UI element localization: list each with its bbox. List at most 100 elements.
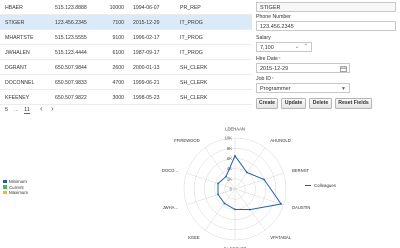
legend-swatch-colleagues bbox=[305, 185, 311, 186]
salary-cell: 6100 bbox=[112, 49, 124, 56]
legend-label-colleagues: Colleagues bbox=[314, 183, 336, 188]
required-mark: * bbox=[278, 56, 281, 61]
prev-page-button[interactable]: ‹ bbox=[40, 104, 43, 113]
series-line-colleagues bbox=[217, 154, 282, 211]
employee-id-cell: DOCONNEL bbox=[5, 79, 35, 86]
job-id-cell: IT_PROG bbox=[180, 49, 203, 56]
data-point bbox=[223, 202, 226, 205]
salary-cell: 9100 bbox=[112, 34, 124, 41]
category-label: KGEE bbox=[188, 235, 200, 240]
pager: 5 ... 11 ‹ › bbox=[0, 104, 80, 116]
job-id-value: Programmer bbox=[260, 86, 291, 93]
data-point bbox=[234, 154, 236, 157]
data-point bbox=[225, 175, 227, 178]
radar-chart: 10K8K6K4K2K0LDEHAANAHUNOLDBERNSTDAUSTINV… bbox=[162, 127, 311, 248]
category-label: VPATABAL bbox=[270, 235, 291, 240]
chevron-down-icon[interactable]: ▼ bbox=[341, 86, 346, 92]
salary-cell: 7100 bbox=[112, 19, 124, 26]
job-id-cell: IT_PROG bbox=[180, 19, 203, 26]
page-current[interactable]: 11 bbox=[24, 107, 30, 114]
data-point bbox=[249, 208, 251, 211]
hire-date-cell: 1994-06-07 bbox=[133, 4, 160, 11]
create-button[interactable]: Create bbox=[256, 98, 278, 109]
phone-label: Phone Number bbox=[256, 14, 291, 20]
job-id-label-text: Job ID bbox=[256, 76, 271, 82]
job-id-cell: SH_CLERK bbox=[180, 79, 208, 86]
category-label: AHUNOLD bbox=[270, 138, 290, 143]
grid-spoke bbox=[204, 188, 236, 231]
job-id-cell: SH_CLERK bbox=[180, 64, 208, 71]
page: HBAER 515.123.8888 10000 1994-06-07 PR_REP ST… bbox=[0, 0, 400, 248]
phone-cell: 515.123.4444 bbox=[55, 49, 87, 56]
grid-spoke bbox=[234, 173, 284, 190]
delete-button[interactable]: Delete bbox=[309, 98, 332, 109]
data-point bbox=[246, 171, 248, 174]
required-mark: * bbox=[272, 76, 274, 81]
employee-id-cell: KFEENEY bbox=[5, 94, 30, 101]
axis-tick-label: 8K bbox=[227, 146, 232, 151]
phone-cell: 650.507.9822 bbox=[55, 94, 87, 101]
hire-date-value: 2015-12-29 bbox=[260, 66, 289, 73]
phone-value: 123.456.2345 bbox=[260, 24, 294, 31]
salary-decrement-button[interactable]: ⌄ bbox=[293, 44, 301, 51]
table-row[interactable]: DOCONNEL 650.507.9833 4700 1999-06-21 SH_CLE… bbox=[0, 75, 252, 90]
category-label: LDEHAAN bbox=[225, 127, 245, 132]
hire-date-label: Hire Date* bbox=[256, 56, 281, 62]
category-label: BERNST bbox=[292, 168, 309, 173]
axis-tick-label: 6K bbox=[227, 156, 232, 161]
table-row[interactable]: DGRANT 650.507.9844 2600 2000-01-13 SH_CLERK bbox=[0, 60, 252, 75]
table-row[interactable]: JWHALEN 515.123.4444 6100 1987-09-17 IT_PROG bbox=[0, 45, 252, 60]
hire-date-cell: 1999-06-21 bbox=[133, 79, 160, 86]
table-row[interactable]: HBAER 515.123.8888 10000 1994-06-07 PR_REP bbox=[0, 0, 252, 15]
axis-tick-label: 10K bbox=[225, 136, 233, 141]
axis-tick-label: 2K bbox=[227, 176, 232, 181]
hire-date-cell: 1998-05-23 bbox=[133, 94, 160, 101]
reset-fields-button[interactable]: Reset Fields bbox=[335, 98, 372, 109]
axis-tick-label: 0 bbox=[230, 187, 233, 192]
table-row[interactable]: STIGER 123.456.2345 7100 2015-12-29 IT_PROG bbox=[0, 15, 252, 30]
salary-value: 7,100 bbox=[260, 45, 274, 52]
data-point bbox=[263, 178, 266, 181]
update-button[interactable]: Update bbox=[281, 98, 306, 109]
salary-cell: 4700 bbox=[112, 79, 124, 86]
name-field[interactable]: STIGER bbox=[256, 2, 396, 12]
employee-id-cell: STIGER bbox=[5, 19, 25, 26]
job-id-cell: SH_CLERK bbox=[180, 94, 208, 101]
category-label: DOCO... bbox=[162, 168, 178, 173]
data-point bbox=[217, 182, 219, 185]
grid-spoke bbox=[186, 188, 236, 205]
category-label: FFIREWOOD bbox=[174, 138, 200, 143]
salary-cell: 10000 bbox=[109, 4, 124, 11]
salary-cell: 2600 bbox=[112, 64, 124, 71]
salary-increment-button[interactable]: ⌃ bbox=[302, 44, 310, 51]
salary-label: Salary bbox=[256, 35, 271, 41]
name-value: STIGER bbox=[260, 5, 281, 12]
employee-id-cell: DGRANT bbox=[5, 64, 27, 71]
hire-date-cell: 1996-02-17 bbox=[133, 34, 160, 41]
data-point bbox=[280, 203, 282, 205]
job-id-label: Job ID* bbox=[256, 76, 274, 82]
hire-date-label-text: Hire Date bbox=[256, 56, 278, 62]
page-ellipsis: ... bbox=[14, 107, 19, 113]
phone-cell: 650.507.9844 bbox=[55, 64, 87, 71]
hire-date-field[interactable]: 2015-12-29 bbox=[256, 63, 350, 73]
employee-id-cell: MHARTSTE bbox=[5, 34, 34, 41]
salary-field[interactable]: 7,100 ⌄ ⌃ bbox=[256, 42, 312, 52]
employee-id-cell: JWHALEN bbox=[5, 49, 30, 56]
page-link-first[interactable]: 5 bbox=[5, 107, 8, 113]
table-row[interactable]: MHARTSTE 515.123.5555 9100 1996-02-17 IT_PRO… bbox=[0, 30, 252, 45]
salary-cell: 3000 bbox=[112, 94, 124, 101]
data-point bbox=[234, 208, 236, 211]
job-id-cell: IT_PROG bbox=[180, 34, 203, 41]
table-row[interactable]: KFEENEY 650.507.9822 3000 1998-05-23 SH_CLER… bbox=[0, 90, 252, 105]
grid-spoke bbox=[234, 147, 266, 190]
calendar-icon[interactable] bbox=[340, 65, 347, 72]
job-id-select[interactable]: Programmer ▼ bbox=[256, 83, 350, 93]
data-point bbox=[217, 193, 219, 196]
phone-cell: 515.123.5555 bbox=[55, 34, 87, 41]
phone-cell: 650.507.9833 bbox=[55, 79, 87, 86]
phone-field[interactable]: 123.456.2345 bbox=[256, 21, 396, 31]
next-page-button[interactable]: › bbox=[51, 104, 54, 113]
hire-date-cell: 2015-12-29 bbox=[133, 19, 160, 26]
job-id-cell: PR_REP bbox=[180, 4, 201, 11]
